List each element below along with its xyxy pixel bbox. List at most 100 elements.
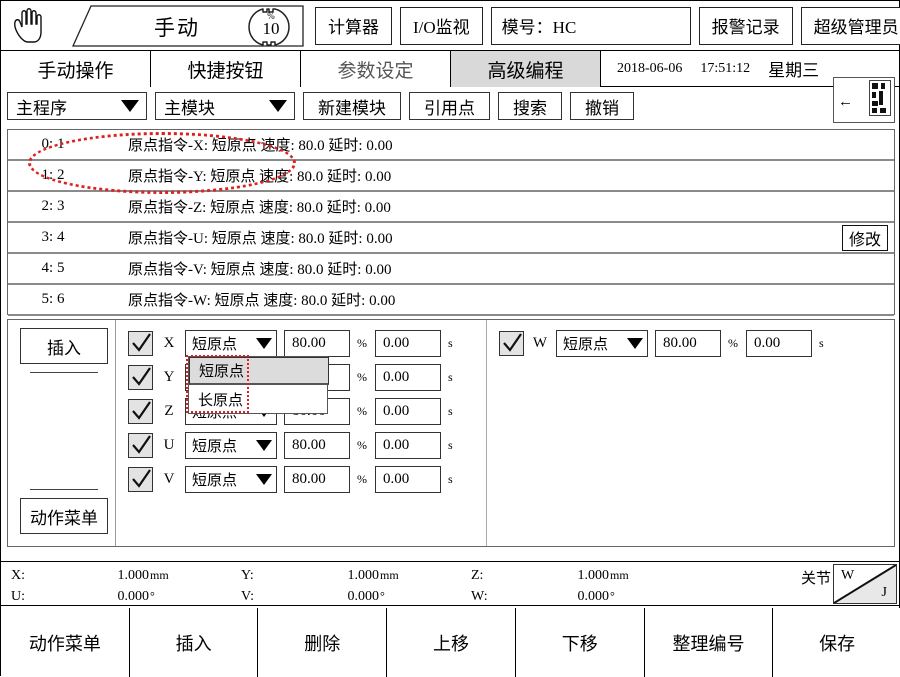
- axis-checkbox-x[interactable]: [128, 331, 153, 356]
- axis-row-v: V 短原点 80.00 % 0.00 s: [116, 462, 476, 496]
- table-row[interactable]: 4: 5 原点指令-V: 短原点 速度: 80.0 延时: 0.00: [8, 254, 894, 285]
- axis-delay-input-v[interactable]: 0.00: [375, 466, 441, 493]
- model-number-field[interactable]: 模号：HC: [491, 7, 691, 45]
- axis-mode-value-x: 短原点: [192, 333, 237, 354]
- toggle-world-label: W: [841, 568, 854, 584]
- program-list[interactable]: 0: 1 原点指令-X: 短原点 速度: 80.0 延时: 0.00 1: 2 …: [7, 129, 895, 315]
- coord-z-value: 1.000: [537, 568, 609, 584]
- bottom-save-button[interactable]: 保存: [773, 608, 900, 677]
- editor-side-buttons: 插入 动作菜单: [8, 320, 116, 546]
- axis-speed-input-x[interactable]: 80.00: [284, 330, 350, 357]
- coord-y-unit: mm: [379, 568, 399, 583]
- coord-w: W: 0.000 °: [471, 586, 701, 607]
- axis-columns: X 短原点 80.00 % 0.00 s Y 短原点: [116, 320, 894, 546]
- axis-delay-input-z[interactable]: 0.00: [375, 398, 441, 425]
- axis-speed-input-v[interactable]: 80.00: [284, 466, 350, 493]
- alarm-log-button[interactable]: 报警记录: [699, 7, 793, 45]
- axis-label-v: V: [160, 471, 178, 488]
- axis-speed-input-w[interactable]: 80.00: [655, 330, 721, 357]
- row-command: 原点指令-V: 短原点 速度: 80.0 延时: 0.00: [128, 258, 894, 279]
- dropdown-option-short-origin[interactable]: 短原点: [189, 357, 329, 385]
- axis-label-x: X: [160, 335, 178, 352]
- coord-v-key: V:: [241, 589, 307, 605]
- coord-w-key: W:: [471, 589, 537, 605]
- coord-v: V: 0.000 °: [241, 586, 471, 607]
- axis-delay-input-y[interactable]: 0.00: [375, 364, 441, 391]
- bottom-action-menu-button[interactable]: 动作菜单: [1, 608, 130, 677]
- axis-delay-input-x[interactable]: 0.00: [375, 330, 441, 357]
- axis-mode-select-w[interactable]: 短原点: [556, 330, 648, 357]
- coordinate-mode-label: 关节: [801, 567, 831, 588]
- axis-checkbox-v[interactable]: [128, 467, 153, 492]
- keypad-matrix-icon: [869, 80, 891, 121]
- search-button[interactable]: 搜索: [498, 92, 562, 120]
- tab-shortcut-buttons[interactable]: 快捷按钮: [151, 51, 301, 87]
- bottom-delete-button[interactable]: 删除: [258, 608, 387, 677]
- coord-z-key: Z:: [471, 568, 537, 584]
- axis-delay-input-u[interactable]: 0.00: [375, 432, 441, 459]
- undo-button[interactable]: 撤销: [570, 92, 634, 120]
- axis-mode-select-v[interactable]: 短原点: [185, 466, 277, 493]
- axis-checkbox-z[interactable]: [128, 399, 153, 424]
- tab-advanced-programming[interactable]: 高级编程: [451, 51, 601, 87]
- axis-checkbox-u[interactable]: [128, 433, 153, 458]
- coord-x-value: 1.000: [77, 568, 149, 584]
- bottom-move-up-button[interactable]: 上移: [387, 608, 516, 677]
- coord-w-value: 0.000: [537, 589, 609, 605]
- calculator-button[interactable]: 计算器: [315, 7, 392, 45]
- axis-mode-select-u[interactable]: 短原点: [185, 432, 277, 459]
- row-command: 原点指令-W: 短原点 速度: 80.0 延时: 0.00: [128, 289, 894, 310]
- bottom-insert-button[interactable]: 插入: [130, 608, 259, 677]
- user-role-button[interactable]: 超级管理员: [801, 7, 900, 45]
- coord-u-key: U:: [11, 589, 77, 605]
- table-row[interactable]: 3: 4 原点指令-U: 短原点 速度: 80.0 延时: 0.00 修改: [8, 223, 894, 254]
- tab-manual-operation[interactable]: 手动操作: [1, 51, 151, 87]
- reference-point-button[interactable]: 引用点: [409, 92, 490, 120]
- row-command: 原点指令-X: 短原点 速度: 80.0 延时: 0.00: [128, 134, 894, 155]
- row-index: 2: 3: [8, 198, 128, 215]
- program-select[interactable]: 主程序: [7, 92, 147, 120]
- dropdown-option-long-origin[interactable]: 长原点: [189, 385, 327, 413]
- table-row[interactable]: 0: 1 原点指令-X: 短原点 速度: 80.0 延时: 0.00: [8, 130, 894, 161]
- row-index: 1: 2: [8, 167, 128, 184]
- row-command: 原点指令-Y: 短原点 速度: 80.0 延时: 0.00: [128, 165, 894, 186]
- tab-parameter-settings[interactable]: 参数设定: [301, 51, 451, 87]
- axis-speed-input-u[interactable]: 80.00: [284, 432, 350, 459]
- speed-gauge-icon[interactable]: % 10: [243, 6, 299, 48]
- axis-mode-dropdown-open[interactable]: 短原点 长原点: [188, 356, 328, 414]
- keypad-toggle-button[interactable]: ←: [833, 77, 895, 123]
- insert-button[interactable]: 插入: [20, 328, 108, 364]
- module-select[interactable]: 主模块: [155, 92, 295, 120]
- bottom-move-down-button[interactable]: 下移: [516, 608, 645, 677]
- axis-label-z: Z: [160, 403, 178, 420]
- bottom-renumber-button[interactable]: 整理编号: [645, 608, 774, 677]
- axis-column-right: W 短原点 80.00 % 0.00 s: [486, 320, 886, 546]
- row-index: 4: 5: [8, 260, 128, 277]
- toggle-joint-label: J: [882, 585, 887, 601]
- table-row[interactable]: 5: 6 原点指令-W: 短原点 速度: 80.0 延时: 0.00: [8, 285, 894, 316]
- robot-controller-screen: 手动 % 10 计算器 I/O监视 模号：HC 报警记录 超级管理员 手动操作 …: [0, 0, 900, 676]
- axis-checkbox-w[interactable]: [499, 331, 524, 356]
- coord-u-value: 0.000: [77, 589, 149, 605]
- axis-mode-select-x[interactable]: 短原点: [185, 330, 277, 357]
- table-row[interactable]: 1: 2 原点指令-Y: 短原点 速度: 80.0 延时: 0.00: [8, 161, 894, 192]
- coord-x-unit: mm: [149, 568, 169, 583]
- coord-z: Z: 1.000 mm: [471, 565, 701, 586]
- chevron-down-icon: [627, 338, 643, 349]
- axis-mode-value-w: 短原点: [563, 333, 608, 354]
- world-joint-toggle[interactable]: W J: [833, 564, 897, 604]
- table-row[interactable]: 2: 3 原点指令-Z: 短原点 速度: 80.0 延时: 0.00: [8, 192, 894, 223]
- new-module-button[interactable]: 新建模块: [303, 92, 401, 120]
- divider: [30, 372, 98, 373]
- axis-delay-input-w[interactable]: 0.00: [746, 330, 812, 357]
- weekday-text: 星期三: [768, 56, 819, 81]
- io-monitor-button[interactable]: I/O监视: [400, 7, 483, 45]
- percent-unit-label: %: [357, 404, 368, 419]
- chevron-down-icon: [121, 100, 139, 112]
- modify-button[interactable]: 修改: [842, 225, 888, 251]
- axis-mode-value-v: 短原点: [192, 469, 237, 490]
- action-menu-button[interactable]: 动作菜单: [20, 498, 108, 534]
- axis-checkbox-y[interactable]: [128, 365, 153, 390]
- coord-x: X: 1.000 mm: [11, 565, 241, 586]
- chevron-down-icon: [256, 338, 272, 349]
